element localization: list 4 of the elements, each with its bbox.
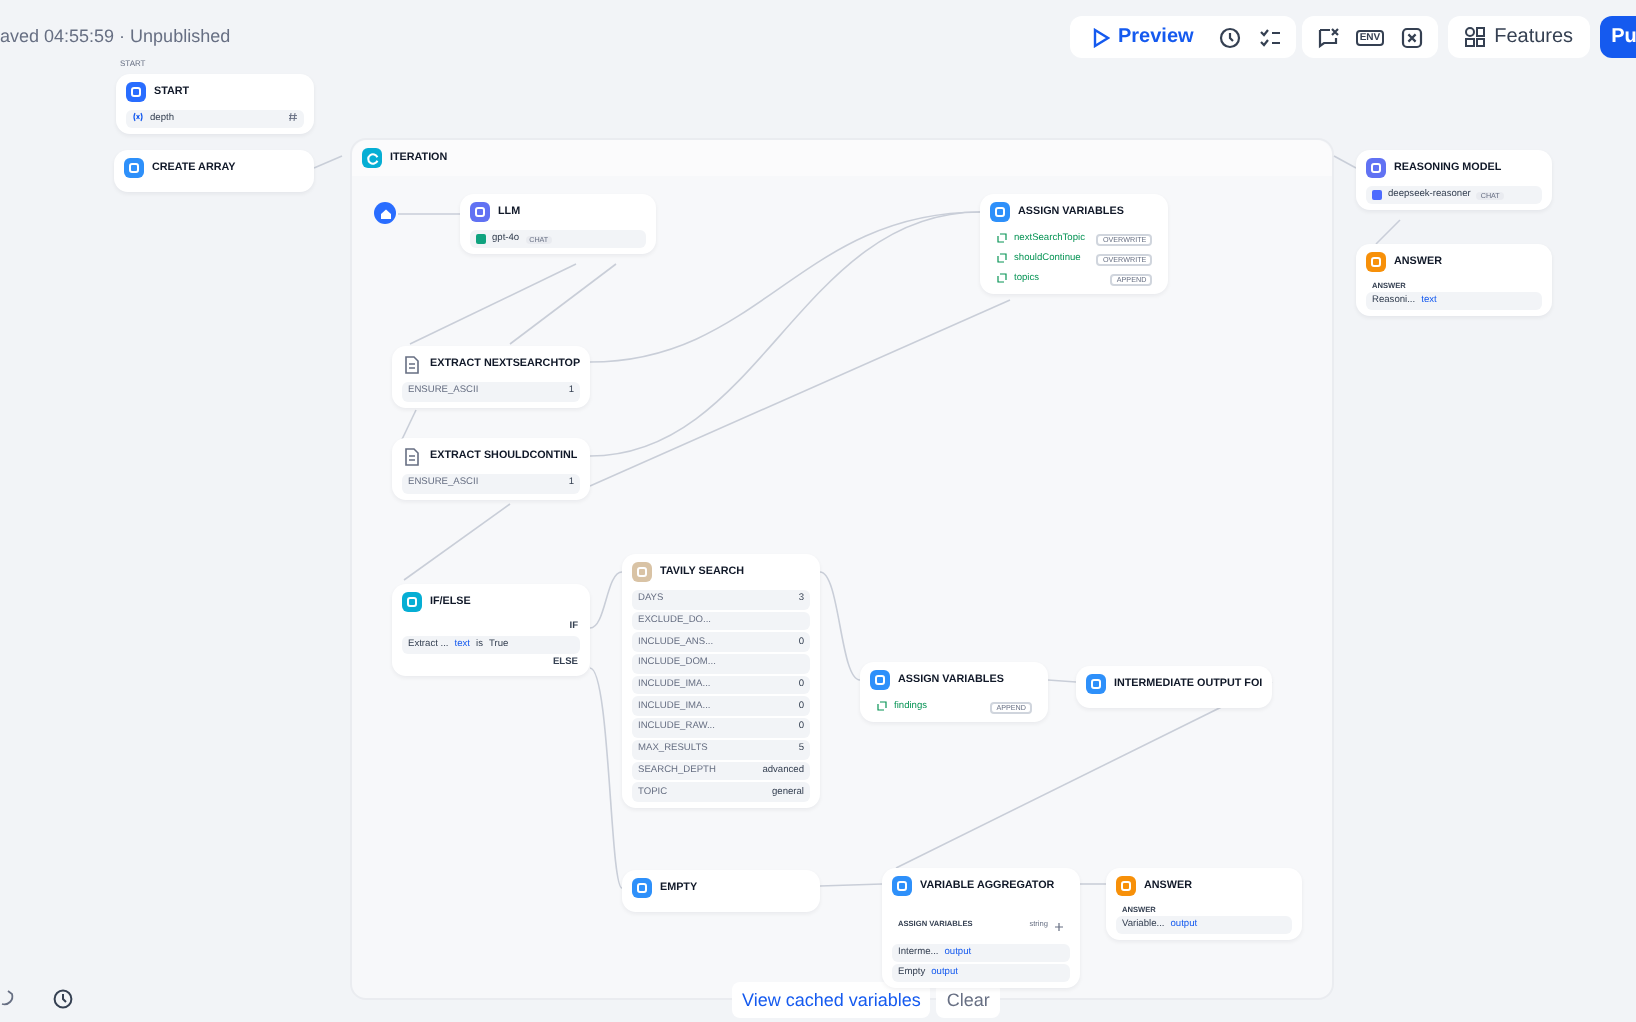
save-status: aved 04:55:59 · Unpublished <box>0 26 231 46</box>
publish-button[interactable]: Pu <box>1599 16 1636 58</box>
view-cached-variables-button[interactable]: View cached variables <box>732 982 931 1018</box>
features-button[interactable]: Features <box>1448 16 1590 58</box>
